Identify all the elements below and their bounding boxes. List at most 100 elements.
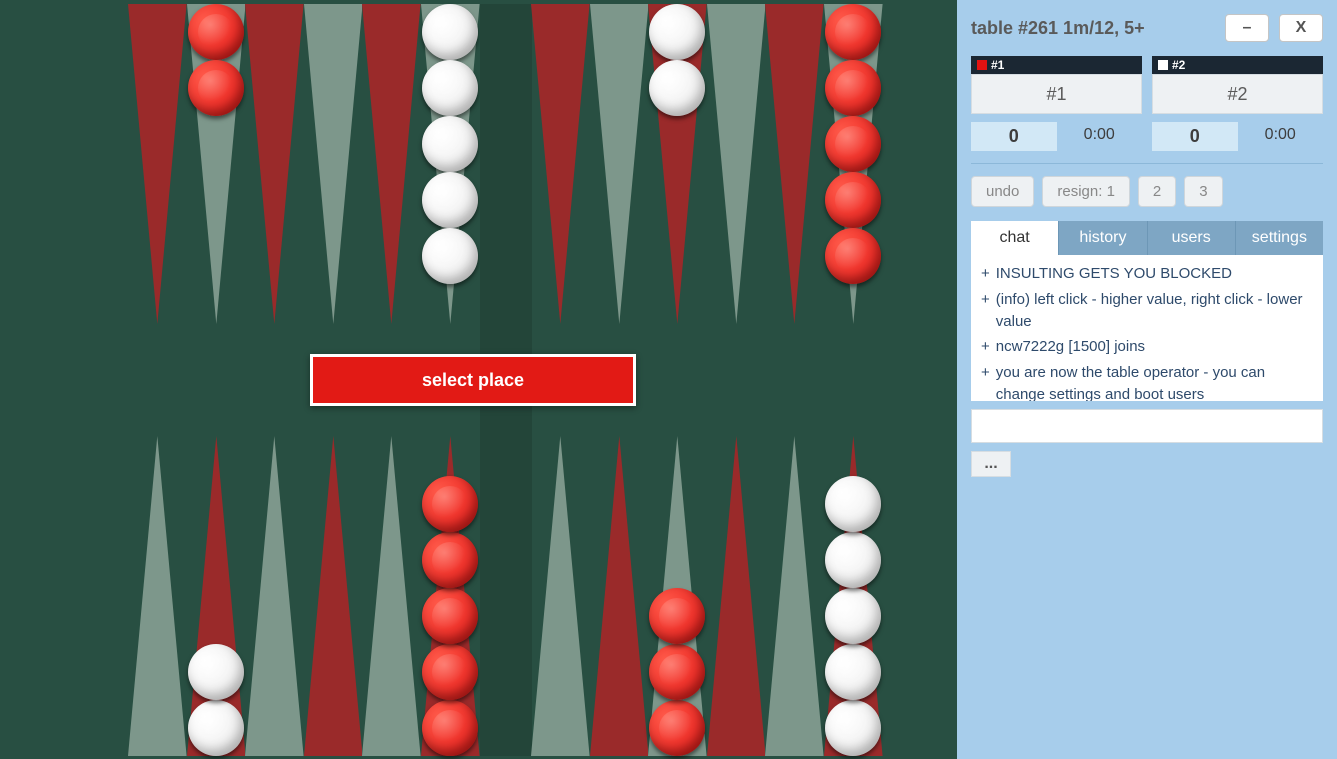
white-checker[interactable] — [422, 228, 478, 284]
white-checker[interactable] — [825, 700, 881, 756]
chat-message-text: (info) left click - higher value, right … — [996, 289, 1313, 333]
white-checker[interactable] — [649, 4, 705, 60]
close-button[interactable]: X — [1279, 14, 1323, 42]
chat-bullet-icon: + — [981, 289, 990, 333]
red-checker[interactable] — [422, 532, 478, 588]
red-checker[interactable] — [825, 60, 881, 116]
points-bottom-left — [128, 436, 480, 756]
player-2-tag: #2 — [1152, 56, 1323, 74]
point-24[interactable] — [824, 4, 883, 324]
points-bottom-right — [531, 436, 883, 756]
red-checker[interactable] — [649, 588, 705, 644]
points-top-right — [531, 4, 883, 324]
point-1[interactable] — [824, 436, 883, 756]
tab-users[interactable]: users — [1147, 221, 1235, 255]
table-header: table #261 1m/12, 5+ – X — [971, 14, 1323, 42]
table-title: table #261 1m/12, 5+ — [971, 18, 1215, 39]
player-1-score-row: 0 0:00 — [971, 122, 1142, 151]
point-17[interactable] — [362, 4, 421, 324]
chat-bullet-icon: + — [981, 362, 990, 401]
undo-button[interactable]: undo — [971, 176, 1034, 207]
player-2-color-icon — [1158, 60, 1168, 70]
white-checker[interactable] — [188, 644, 244, 700]
red-checker[interactable] — [422, 700, 478, 756]
point-3[interactable] — [707, 436, 766, 756]
red-checker[interactable] — [422, 476, 478, 532]
player-1-time: 0:00 — [1057, 122, 1143, 151]
player-2: #2 #2 0 0:00 — [1152, 56, 1323, 151]
tabs: chat history users settings — [971, 221, 1323, 255]
select-place-button[interactable]: select place — [310, 354, 636, 406]
player-1-color-icon — [977, 60, 987, 70]
chat-message: +INSULTING GETS YOU BLOCKED — [981, 263, 1313, 285]
point-7[interactable] — [421, 436, 480, 756]
red-checker[interactable] — [422, 588, 478, 644]
resign-3-button[interactable]: 3 — [1184, 176, 1222, 207]
tab-settings[interactable]: settings — [1235, 221, 1323, 255]
white-checker[interactable] — [422, 116, 478, 172]
point-23[interactable] — [765, 4, 824, 324]
player-2-score: 0 — [1152, 122, 1238, 151]
point-4[interactable] — [648, 436, 707, 756]
players-row: #1 #1 0 0:00 #2 #2 0 0:00 — [971, 56, 1323, 151]
points-top-left — [128, 4, 480, 324]
point-9[interactable] — [304, 436, 363, 756]
point-21[interactable] — [648, 4, 707, 324]
red-checker[interactable] — [825, 4, 881, 60]
red-checker[interactable] — [188, 4, 244, 60]
player-2-score-row: 0 0:00 — [1152, 122, 1323, 151]
point-8[interactable] — [362, 436, 421, 756]
point-15[interactable] — [245, 4, 304, 324]
red-checker[interactable] — [422, 644, 478, 700]
white-checker[interactable] — [422, 60, 478, 116]
point-19[interactable] — [531, 4, 590, 324]
white-checker[interactable] — [825, 644, 881, 700]
red-checker[interactable] — [825, 116, 881, 172]
point-22[interactable] — [707, 4, 766, 324]
chat-more-button[interactable]: ... — [971, 451, 1011, 477]
chat-message-text: ncw7222g [1500] joins — [996, 336, 1313, 358]
resign-button[interactable]: resign: 1 — [1042, 176, 1130, 207]
chat-message-text: INSULTING GETS YOU BLOCKED — [996, 263, 1313, 285]
tab-chat[interactable]: chat — [971, 221, 1058, 255]
player-2-time: 0:00 — [1238, 122, 1324, 151]
point-13[interactable] — [128, 4, 187, 324]
point-14[interactable] — [187, 4, 246, 324]
chat-message-text: you are now the table operator - you can… — [996, 362, 1313, 401]
point-20[interactable] — [590, 4, 649, 324]
point-10[interactable] — [245, 436, 304, 756]
white-checker[interactable] — [422, 172, 478, 228]
point-16[interactable] — [304, 4, 363, 324]
white-checker[interactable] — [825, 476, 881, 532]
player-1-tag-label: #1 — [991, 58, 1004, 72]
chat-message: +you are now the table operator - you ca… — [981, 362, 1313, 401]
red-checker[interactable] — [825, 228, 881, 284]
resign-2-button[interactable]: 2 — [1138, 176, 1176, 207]
point-12[interactable] — [128, 436, 187, 756]
player-1-seat[interactable]: #1 — [971, 74, 1142, 114]
white-checker[interactable] — [825, 588, 881, 644]
player-1-score: 0 — [971, 122, 1057, 151]
red-checker[interactable] — [649, 700, 705, 756]
white-checker[interactable] — [825, 532, 881, 588]
chat-log[interactable]: +INSULTING GETS YOU BLOCKED+(info) left … — [971, 255, 1323, 401]
point-2[interactable] — [765, 436, 824, 756]
tab-history[interactable]: history — [1058, 221, 1146, 255]
point-11[interactable] — [187, 436, 246, 756]
player-2-seat[interactable]: #2 — [1152, 74, 1323, 114]
white-checker[interactable] — [649, 60, 705, 116]
point-6[interactable] — [531, 436, 590, 756]
player-1: #1 #1 0 0:00 — [971, 56, 1142, 151]
chat-message: +ncw7222g [1500] joins — [981, 336, 1313, 358]
minimize-button[interactable]: – — [1225, 14, 1269, 42]
action-row: undo resign: 1 2 3 — [971, 176, 1323, 207]
point-5[interactable] — [590, 436, 649, 756]
player-1-tag: #1 — [971, 56, 1142, 74]
red-checker[interactable] — [188, 60, 244, 116]
white-checker[interactable] — [422, 4, 478, 60]
red-checker[interactable] — [649, 644, 705, 700]
chat-input[interactable] — [971, 409, 1323, 443]
white-checker[interactable] — [188, 700, 244, 756]
red-checker[interactable] — [825, 172, 881, 228]
point-18[interactable] — [421, 4, 480, 324]
